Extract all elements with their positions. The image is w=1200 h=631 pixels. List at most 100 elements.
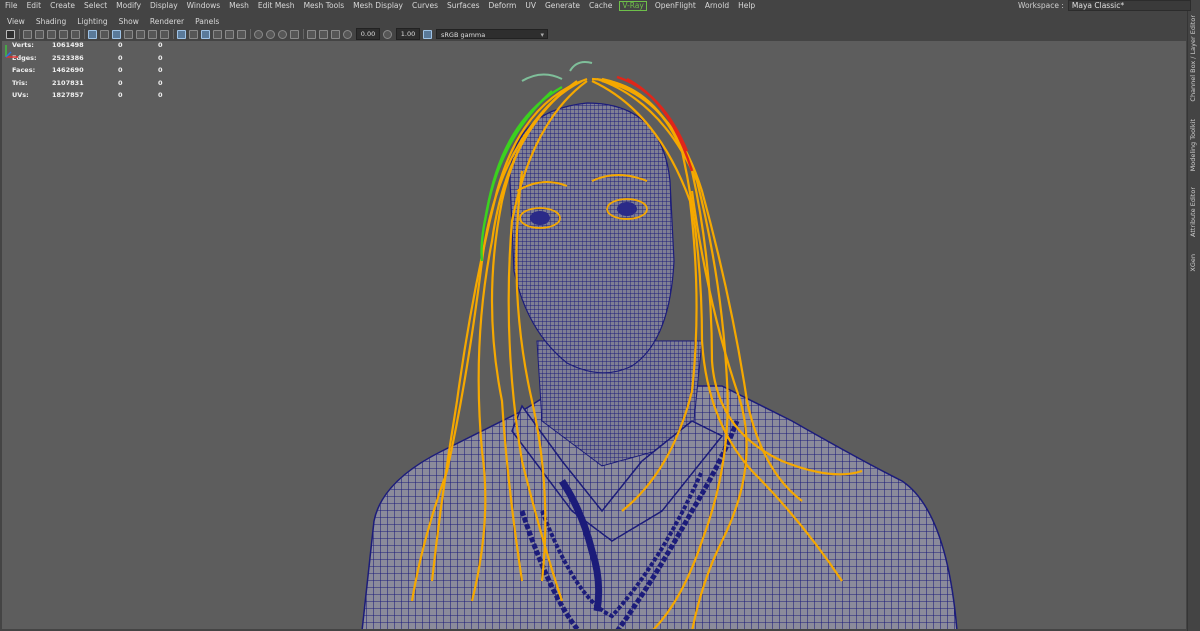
hud-row-verts: Verts: 1061498 0 0 <box>10 41 180 52</box>
workspace-dropdown[interactable]: Maya Classic* <box>1067 0 1191 11</box>
toolbar-divider <box>250 29 251 39</box>
color-space-dropdown[interactable]: sRGB gamma <box>436 29 548 40</box>
hair-tuft <box>521 61 593 82</box>
select-camera-icon[interactable] <box>6 29 15 39</box>
hud-row-tris: Tris: 2107831 0 0 <box>10 77 180 90</box>
menu-curves[interactable]: Curves <box>407 0 442 11</box>
menu-help[interactable]: Help <box>733 0 759 11</box>
head-mesh <box>509 102 675 374</box>
shadows-icon[interactable] <box>237 29 246 39</box>
field-chart-icon[interactable] <box>136 29 145 39</box>
panel-menu-panels[interactable]: Panels <box>188 17 223 26</box>
menu-windows[interactable]: Windows <box>182 0 224 11</box>
hud-value: 0 <box>158 41 163 49</box>
poly-count-hud: Verts: 1061498 0 0 Edges: 2523386 0 0 Fa… <box>10 41 180 102</box>
panel-menubar: View Shading Lighting Show Renderer Pane… <box>0 16 1187 27</box>
gamma-field[interactable]: 1.00 <box>396 28 420 40</box>
3d-viewport[interactable]: Verts: 1061498 0 0 Edges: 2523386 0 0 Fa… <box>2 41 1186 629</box>
toolbar-divider <box>84 29 85 39</box>
tab-channel-box[interactable]: Channel Box / Layer Editor <box>1189 15 1200 102</box>
toolbar-divider <box>173 29 174 39</box>
menu-select[interactable]: Select <box>79 0 111 11</box>
menu-edit-mesh[interactable]: Edit Mesh <box>253 0 299 11</box>
use-all-lights-icon[interactable] <box>225 29 234 39</box>
menu-display[interactable]: Display <box>145 0 182 11</box>
hud-value: 0 <box>158 53 163 62</box>
hud-value: 2107831 <box>52 78 84 87</box>
2d-pan-zoom-icon[interactable] <box>59 29 68 39</box>
menu-mesh[interactable]: Mesh <box>224 0 253 11</box>
depth-of-field-icon[interactable] <box>290 29 299 39</box>
hud-label: UVs: <box>12 91 29 99</box>
hud-value: 1061498 <box>52 41 84 49</box>
hud-value: 0 <box>118 41 123 49</box>
color-management-icon[interactable] <box>423 29 432 39</box>
exposure-icon[interactable] <box>343 29 352 39</box>
menu-file[interactable]: File <box>0 0 22 11</box>
menu-uv[interactable]: UV <box>520 0 540 11</box>
panel-menu-view[interactable]: View <box>0 17 29 26</box>
hud-row-edges: Edges: 2523386 0 0 <box>10 52 180 65</box>
wireframe-icon[interactable] <box>177 29 186 39</box>
toolbar-divider <box>19 29 20 39</box>
menu-surfaces[interactable]: Surfaces <box>442 0 483 11</box>
grid-icon[interactable] <box>88 29 97 39</box>
resolution-gate-icon[interactable] <box>112 29 121 39</box>
bookmark-icon[interactable] <box>35 29 44 39</box>
menu-cache[interactable]: Cache <box>584 0 616 11</box>
hud-value: 1462690 <box>52 66 84 74</box>
hud-value: 0 <box>118 53 123 62</box>
exposure-field[interactable]: 0.00 <box>356 28 380 40</box>
gate-mask-icon[interactable] <box>124 29 133 39</box>
menu-mesh-display[interactable]: Mesh Display <box>348 0 407 11</box>
film-gate-icon[interactable] <box>100 29 109 39</box>
menu-generate[interactable]: Generate <box>540 0 584 11</box>
panel-menu-lighting[interactable]: Lighting <box>70 17 111 26</box>
hud-value: 0 <box>158 78 163 87</box>
hud-label: Tris: <box>12 78 28 87</box>
xray-joints-icon[interactable] <box>331 29 340 39</box>
panel-menu-renderer[interactable]: Renderer <box>143 17 188 26</box>
workspace-label: Workspace : <box>1018 1 1064 10</box>
grease-pencil-icon[interactable] <box>71 29 80 39</box>
menu-mesh-tools[interactable]: Mesh Tools <box>299 0 349 11</box>
multisample-aa-icon[interactable] <box>278 29 287 39</box>
image-plane-icon[interactable] <box>47 29 56 39</box>
hud-value: 0 <box>118 91 123 99</box>
hud-value: 0 <box>118 66 123 74</box>
panel-toolbar: 0.00 1.00 sRGB gamma <box>0 27 1187 41</box>
panel-menu-show[interactable]: Show <box>112 17 143 26</box>
workspace-selector: Workspace : Maya Classic* <box>1018 0 1191 11</box>
menu-deform[interactable]: Deform <box>483 0 520 11</box>
isolate-select-icon[interactable] <box>307 29 316 39</box>
hud-value: 0 <box>158 66 163 74</box>
smooth-shade-icon[interactable] <box>189 29 198 39</box>
gamma-icon[interactable] <box>383 29 392 39</box>
hud-value: 1827857 <box>52 91 84 99</box>
screen-space-ao-icon[interactable] <box>254 29 263 39</box>
camera-attributes-icon[interactable] <box>23 29 32 39</box>
hud-value: 0 <box>158 91 163 99</box>
menu-vray[interactable]: V-Ray <box>619 0 647 11</box>
viewport-scene <box>361 61 958 629</box>
tab-attribute-editor[interactable]: Attribute Editor <box>1189 187 1200 237</box>
wireframe-on-shaded-icon[interactable] <box>201 29 210 39</box>
menu-arnold[interactable]: Arnold <box>700 0 733 11</box>
menu-modify[interactable]: Modify <box>111 0 145 11</box>
tab-modeling-toolkit[interactable]: Modeling Toolkit <box>1189 119 1200 171</box>
menu-openflight[interactable]: OpenFlight <box>650 0 700 11</box>
motion-blur-icon[interactable] <box>266 29 275 39</box>
hud-value: 2523386 <box>52 53 84 62</box>
safe-action-icon[interactable] <box>148 29 157 39</box>
menu-create[interactable]: Create <box>45 0 79 11</box>
tab-xgen[interactable]: XGen <box>1189 254 1200 272</box>
menu-edit[interactable]: Edit <box>22 0 46 11</box>
xray-icon[interactable] <box>319 29 328 39</box>
textured-icon[interactable] <box>213 29 222 39</box>
hud-row-faces: Faces: 1462690 0 0 <box>10 64 180 77</box>
hud-label: Faces: <box>12 66 36 74</box>
safe-title-icon[interactable] <box>160 29 169 39</box>
panel-menu-shading[interactable]: Shading <box>29 17 70 26</box>
hud-value: 0 <box>118 78 123 87</box>
hud-row-uvs: UVs: 1827857 0 0 <box>10 89 180 102</box>
